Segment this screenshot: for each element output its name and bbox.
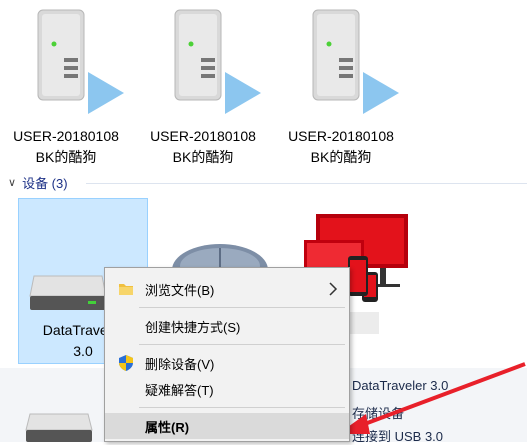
annotation-arrow: [338, 362, 526, 434]
network-computer-label: USER-20180108 BK的酷狗: [13, 128, 119, 165]
menu-item-remove-device[interactable]: 删除设备(V): [105, 350, 349, 376]
chevron-right-icon: [329, 282, 338, 296]
network-computer-3[interactable]: USER-20180108 BK的酷狗: [281, 8, 401, 168]
play-arrow-icon: [225, 72, 261, 114]
usb-drive-icon: [29, 275, 107, 310]
menu-item-properties[interactable]: 属性(R): [105, 413, 349, 439]
menu-item-troubleshoot[interactable]: 疑难解答(T): [105, 376, 349, 402]
folder-icon: [119, 284, 133, 295]
menu-separator: [139, 344, 345, 345]
usb-drive-icon: [25, 413, 93, 442]
network-computer-2[interactable]: USER-20180108 BK的酷狗: [143, 8, 263, 168]
menu-separator: [139, 307, 345, 308]
network-computer-1[interactable]: USER-20180108 BK的酷狗: [6, 8, 126, 168]
network-computer-label: USER-20180108 BK的酷狗: [150, 128, 256, 165]
menu-item-create-shortcut[interactable]: 创建快捷方式(S): [105, 313, 349, 339]
play-arrow-icon: [363, 72, 399, 114]
devices-group-header[interactable]: ∨ 设备 (3): [8, 172, 68, 192]
play-arrow-icon: [88, 72, 124, 114]
chevron-down-icon: ∨: [8, 176, 17, 189]
group-title: 设备 (3): [22, 175, 68, 191]
server-icon: [174, 9, 222, 101]
server-icon: [312, 9, 360, 101]
context-menu: 浏览文件(B) 创建快捷方式(S) 删除设备(V) 疑难解答(T) 属性(R): [104, 267, 350, 442]
shield-icon: [119, 355, 133, 371]
menu-item-browse-files[interactable]: 浏览文件(B): [105, 276, 349, 302]
network-computer-label: USER-20180108 BK的酷狗: [288, 128, 394, 165]
server-icon: [37, 9, 85, 101]
group-divider: [86, 183, 527, 184]
menu-separator: [139, 407, 345, 408]
